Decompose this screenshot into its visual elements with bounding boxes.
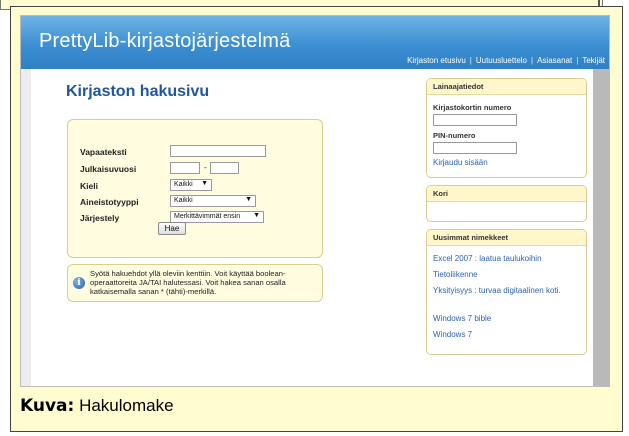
year-to-input[interactable]	[210, 162, 239, 174]
search-form: Vapaateksti Julkaisuvuosi - Kieli Kaikki…	[67, 119, 323, 258]
card-number-input[interactable]	[433, 114, 517, 126]
nav-link-subjects[interactable]: Asiasanat	[537, 56, 572, 65]
caption-text: Hakulomake	[79, 396, 174, 415]
info-icon: i	[73, 277, 85, 289]
newest-title-link[interactable]: Tietoliikenne	[433, 270, 583, 280]
top-navigation: Kirjaston etusivu | Uutuusluettelo | Asiasan…	[407, 56, 605, 65]
year-row: Julkaisuvuosi -	[80, 162, 310, 176]
nav-link-home[interactable]: Kirjaston etusivu	[407, 56, 466, 65]
nav-separator: |	[531, 56, 534, 65]
newest-title-link[interactable]: Excel 2007 : laatua taulukoihin	[433, 254, 583, 264]
screenshot-window: PrettyLib-kirjastojärjestelmä Kirjaston …	[20, 15, 610, 387]
free-text-label: Vapaateksti	[80, 147, 127, 157]
year-separator: -	[204, 163, 207, 172]
chevron-down-icon: ▼	[253, 212, 260, 219]
year-label: Julkaisuvuosi	[80, 164, 137, 174]
caption-prefix: Kuva:	[20, 396, 75, 416]
newest-title-link[interactable]: Windows 7	[433, 330, 583, 340]
left-gutter	[21, 69, 31, 386]
sort-select-value: Merkittävimmät ensin	[174, 213, 241, 220]
search-help-text: Syötä hakuehdot yllä oleviin kenttiin. V…	[90, 269, 286, 296]
language-label: Kieli	[80, 181, 98, 191]
cart-box-header: Kori	[427, 186, 586, 202]
newest-titles-box: Uusimmat nimekkeet Excel 2007 : laatua t…	[426, 229, 587, 355]
language-select-value: Kaikki	[174, 181, 193, 188]
nav-separator: |	[469, 56, 472, 65]
search-button[interactable]: Hae	[158, 222, 186, 235]
pin-label: PIN-numero	[433, 131, 476, 140]
figure-caption: Kuva: Hakulomake	[20, 396, 174, 416]
newest-title-link[interactable]: Yksityisyys : turvaa digitaalinen koti.	[433, 286, 565, 296]
language-row: Kieli Kaikki ▼	[80, 179, 310, 193]
newest-titles-header: Uusimmat nimekkeet	[427, 230, 586, 246]
sort-label: Järjestely	[80, 213, 120, 223]
nav-separator: |	[576, 56, 579, 65]
newest-title-link[interactable]: Windows 7 bible	[433, 314, 583, 324]
card-number-label: Kirjastokortin numero	[433, 103, 512, 112]
app-title: PrettyLib-kirjastojärjestelmä	[39, 30, 291, 52]
search-help: i Syötä hakuehdot yllä oleviin kenttiin.…	[67, 264, 323, 302]
app-header: PrettyLib-kirjastojärjestelmä Kirjaston …	[21, 16, 609, 69]
material-row: Aineistotyyppi Kaikki ▼	[80, 195, 310, 209]
language-select[interactable]: Kaikki ▼	[170, 179, 212, 191]
material-select[interactable]: Kaikki ▼	[170, 195, 256, 207]
material-label: Aineistotyyppi	[80, 197, 139, 207]
nav-link-new-items[interactable]: Uutuusluettelo	[476, 56, 527, 65]
page-title: Kirjaston hakusivu	[66, 83, 210, 100]
pin-input[interactable]	[433, 142, 517, 154]
login-box-header: Lainaajatiedot	[427, 79, 586, 95]
sort-row: Järjestely Merkittävimmät ensin ▼	[80, 211, 310, 225]
chevron-down-icon: ▼	[245, 196, 252, 203]
year-from-input[interactable]	[170, 162, 200, 174]
material-select-value: Kaikki	[174, 197, 193, 204]
login-link[interactable]: Kirjaudu sisään	[433, 158, 488, 167]
cart-box: Kori	[426, 185, 587, 222]
right-gutter	[593, 69, 609, 386]
chevron-down-icon: ▼	[201, 180, 208, 187]
free-text-row: Vapaateksti	[80, 145, 310, 159]
free-text-input[interactable]	[170, 145, 266, 157]
nav-link-authors[interactable]: Tekijät	[582, 56, 605, 65]
login-box: Lainaajatiedot Kirjastokortin numero PIN…	[426, 78, 587, 178]
